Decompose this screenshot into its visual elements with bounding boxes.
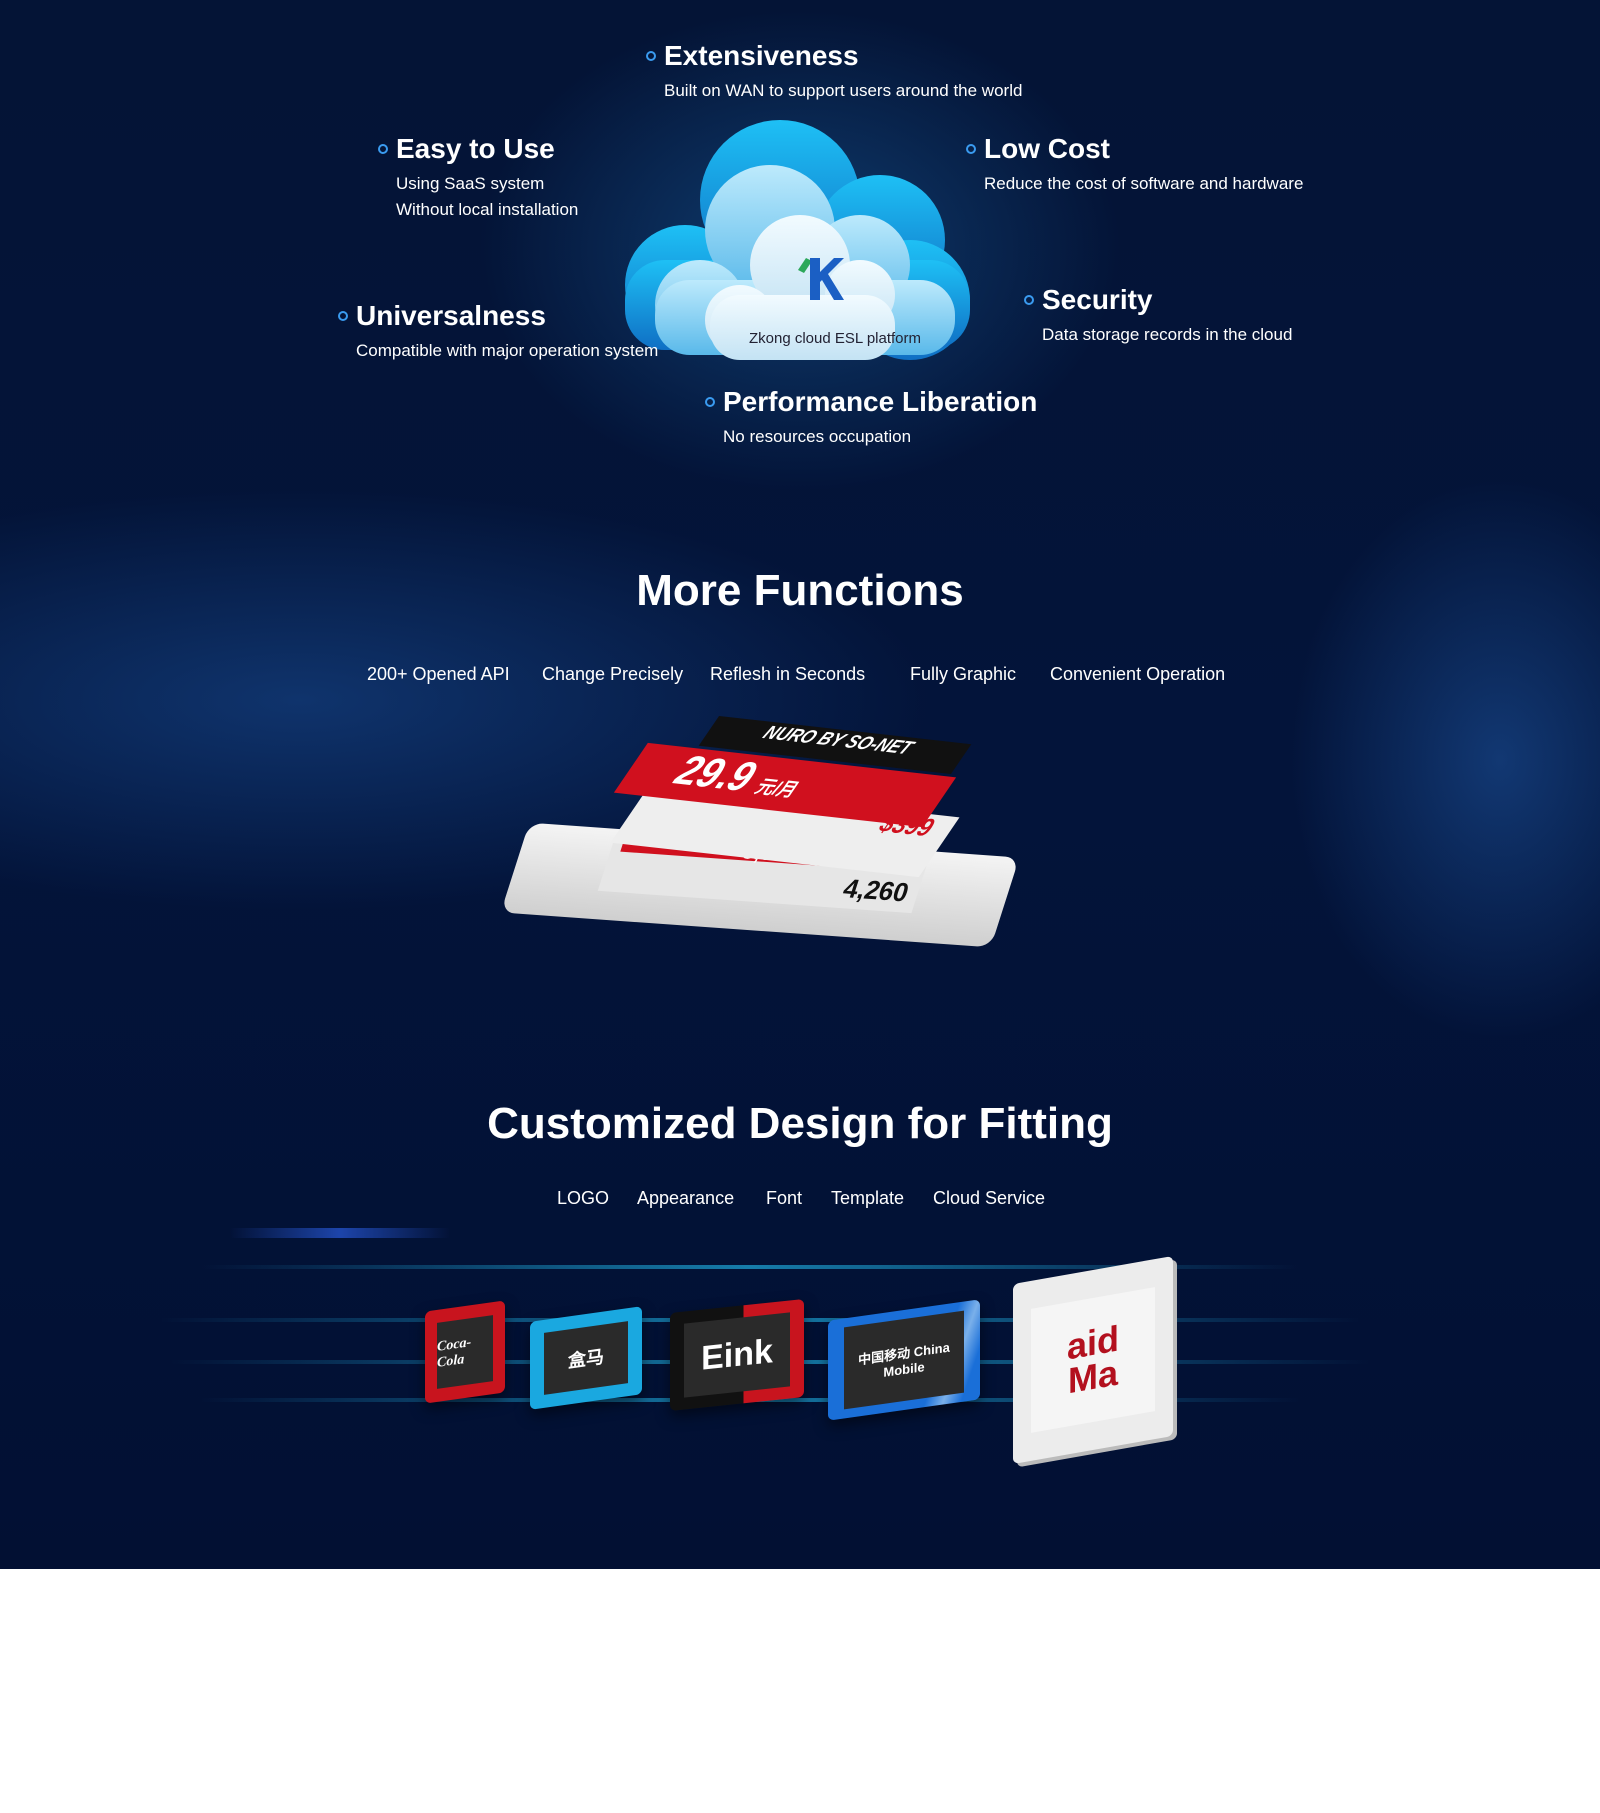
esl-label-stack: 4,260 3,675 $399 29.9 元/月 NURO BY SO-NET: [500, 715, 1040, 990]
custom-appearance: Appearance: [637, 1188, 735, 1208]
feature-extensiveness: Extensiveness Built on WAN to support us…: [646, 40, 1022, 104]
bullet-icon: [705, 397, 715, 407]
bullet-icon: [378, 144, 388, 154]
feature-universalness: Universalness Compatible with major oper…: [338, 300, 658, 364]
cloud-illustration: [625, 120, 970, 360]
device-china-mobile: 中国移动 China Mobile: [828, 1299, 980, 1421]
device-eink: Eink: [670, 1298, 804, 1412]
custom-cloud-service: Cloud Service: [933, 1188, 1046, 1208]
function-fully-graphic: Fully Graphic: [910, 664, 1017, 684]
customized-design-title: Customized Design for Fitting: [487, 1099, 1113, 1148]
feature-performance-liberation: Performance Liberation No resources occu…: [705, 386, 1037, 450]
more-functions-title: More Functions: [636, 566, 964, 615]
bullet-icon: [338, 311, 348, 321]
device-hema: 盒马: [530, 1306, 642, 1410]
function-api: 200+ Opened API: [367, 664, 510, 684]
device-aidma: aid Ma: [1013, 1255, 1173, 1465]
function-refresh: Reflesh in Seconds: [710, 664, 866, 684]
custom-template: Template: [831, 1188, 905, 1208]
feature-low-cost: Low Cost Reduce the cost of software and…: [966, 133, 1303, 197]
feature-easy-to-use: Easy to Use Using SaaS system Without lo…: [378, 133, 578, 223]
custom-font: Font: [766, 1188, 803, 1208]
bullet-icon: [966, 144, 976, 154]
function-change-precisely: Change Precisely: [542, 664, 684, 684]
device-coca-cola: Coca-Cola: [425, 1300, 505, 1404]
cloud-platform-label: Zkong cloud ESL platform: [748, 330, 922, 347]
bullet-icon: [1024, 295, 1034, 305]
feature-security: Security Data storage records in the clo…: [1024, 284, 1292, 348]
light-streak: [230, 1228, 450, 1238]
bullet-icon: [646, 51, 656, 61]
function-convenient-operation: Convenient Operation: [1050, 664, 1226, 684]
custom-logo: LOGO: [557, 1188, 610, 1208]
